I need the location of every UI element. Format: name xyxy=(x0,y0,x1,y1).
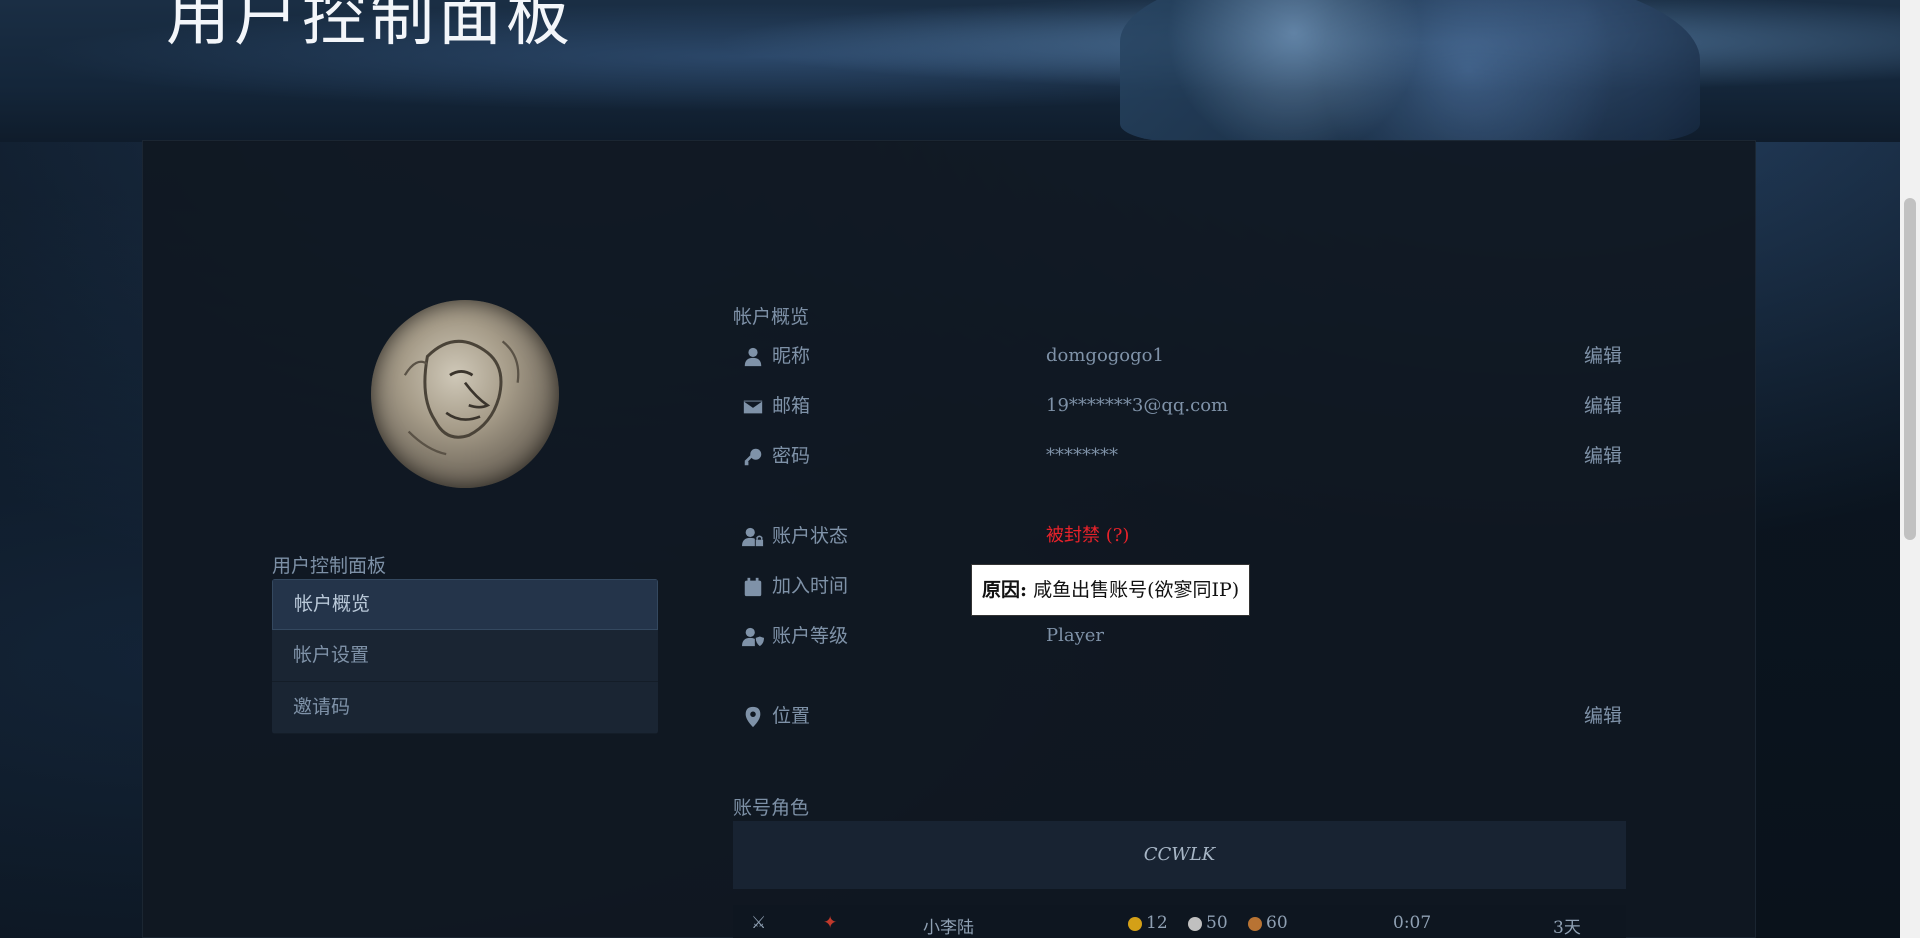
gold-amount: 12 xyxy=(1146,913,1168,933)
email-value: 19*******3@qq.com xyxy=(1046,395,1229,416)
copper-coin-icon xyxy=(1248,916,1262,931)
copper-amount: 60 xyxy=(1266,913,1288,933)
character-playtime: 0:07 xyxy=(1393,913,1432,933)
character-copper: 60 xyxy=(1248,913,1288,933)
silver-coin-icon xyxy=(1188,916,1202,931)
tooltip-text: 咸鱼出售账号(欲寥同IP) xyxy=(1033,579,1240,601)
ban-reason-tooltip: 原因: 咸鱼出售账号(欲寥同IP) xyxy=(971,564,1251,616)
gold-coin-icon xyxy=(1128,916,1142,931)
email-row: 邮箱 19*******3@qq.com 编辑 xyxy=(742,391,1622,421)
password-row: 密码 ******** 编辑 xyxy=(742,441,1622,471)
account-status-label: 账户状态 xyxy=(772,525,849,547)
characters-section-title: 账号角色 xyxy=(733,797,810,819)
location-label: 位置 xyxy=(772,705,811,727)
page-title: 用户控制面板 xyxy=(166,0,574,55)
scrollbar-thumb[interactable] xyxy=(1904,198,1916,540)
account-level-label: 账户等级 xyxy=(772,625,849,647)
edit-location-link[interactable]: 编辑 xyxy=(1584,701,1622,731)
account-status-row: 账户状态 被封禁 (?) xyxy=(742,521,1622,551)
nickname-row: 昵称 domgogogo1 编辑 xyxy=(742,341,1622,371)
character-row[interactable]: ⚔ ✦ 小李陆 12 50 60 0:07 3天 xyxy=(733,905,1626,938)
user-icon xyxy=(742,346,764,368)
tooltip-prefix: 原因: xyxy=(982,579,1028,601)
account-level-value: Player xyxy=(1046,625,1105,646)
key-icon xyxy=(742,446,764,468)
edit-email-link[interactable]: 编辑 xyxy=(1584,391,1622,421)
overview-section-title: 帐户概览 xyxy=(733,306,810,328)
sidebar-menu: 帐户概览 帐户设置 邀请码 xyxy=(272,579,658,734)
envelope-icon xyxy=(742,396,764,418)
character-race-icon: ✦ xyxy=(823,913,838,933)
password-value: ******** xyxy=(1046,445,1118,466)
user-lock-icon xyxy=(742,526,764,548)
character-name: 小李陆 xyxy=(923,918,974,938)
hero-banner: 用户控制面板 xyxy=(0,0,1900,142)
account-status-value[interactable]: 被封禁 (?) xyxy=(1046,521,1129,551)
edit-password-link[interactable]: 编辑 xyxy=(1584,441,1622,471)
sidebar-title: 用户控制面板 xyxy=(272,555,387,577)
email-label: 邮箱 xyxy=(772,395,811,417)
character-gold: 12 xyxy=(1128,913,1168,933)
hero-artwork xyxy=(1120,0,1700,142)
sidebar-item-account-overview[interactable]: 帐户概览 xyxy=(272,579,658,630)
sidebar-item-account-settings[interactable]: 帐户设置 xyxy=(272,630,658,682)
edit-nickname-link[interactable]: 编辑 xyxy=(1584,341,1622,371)
avatar-portrait-icon xyxy=(403,339,520,456)
character-silver: 50 xyxy=(1188,913,1228,933)
avatar xyxy=(371,300,559,488)
account-level-row: 账户等级 Player xyxy=(742,621,1622,651)
character-class-icon: ⚔ xyxy=(751,913,767,933)
nickname-value: domgogogo1 xyxy=(1046,345,1164,366)
page-scrollbar[interactable] xyxy=(1900,0,1920,938)
nickname-label: 昵称 xyxy=(772,345,811,367)
user-shield-icon xyxy=(742,626,764,648)
realm-header: CCWLK xyxy=(733,821,1626,889)
map-marker-icon xyxy=(742,706,764,728)
sidebar-item-invite-code[interactable]: 邀请码 xyxy=(272,682,658,734)
location-row: 位置 编辑 xyxy=(742,701,1622,731)
silver-amount: 50 xyxy=(1206,913,1228,933)
character-last-login: 3天 xyxy=(1553,918,1581,938)
calendar-icon xyxy=(742,576,764,598)
page: 用户控制面板 用户控制面板 帐户概览 帐户设置 邀请码 帐户概览 昵称 domg… xyxy=(0,0,1920,938)
password-label: 密码 xyxy=(772,445,811,467)
join-date-label: 加入时间 xyxy=(772,575,849,597)
